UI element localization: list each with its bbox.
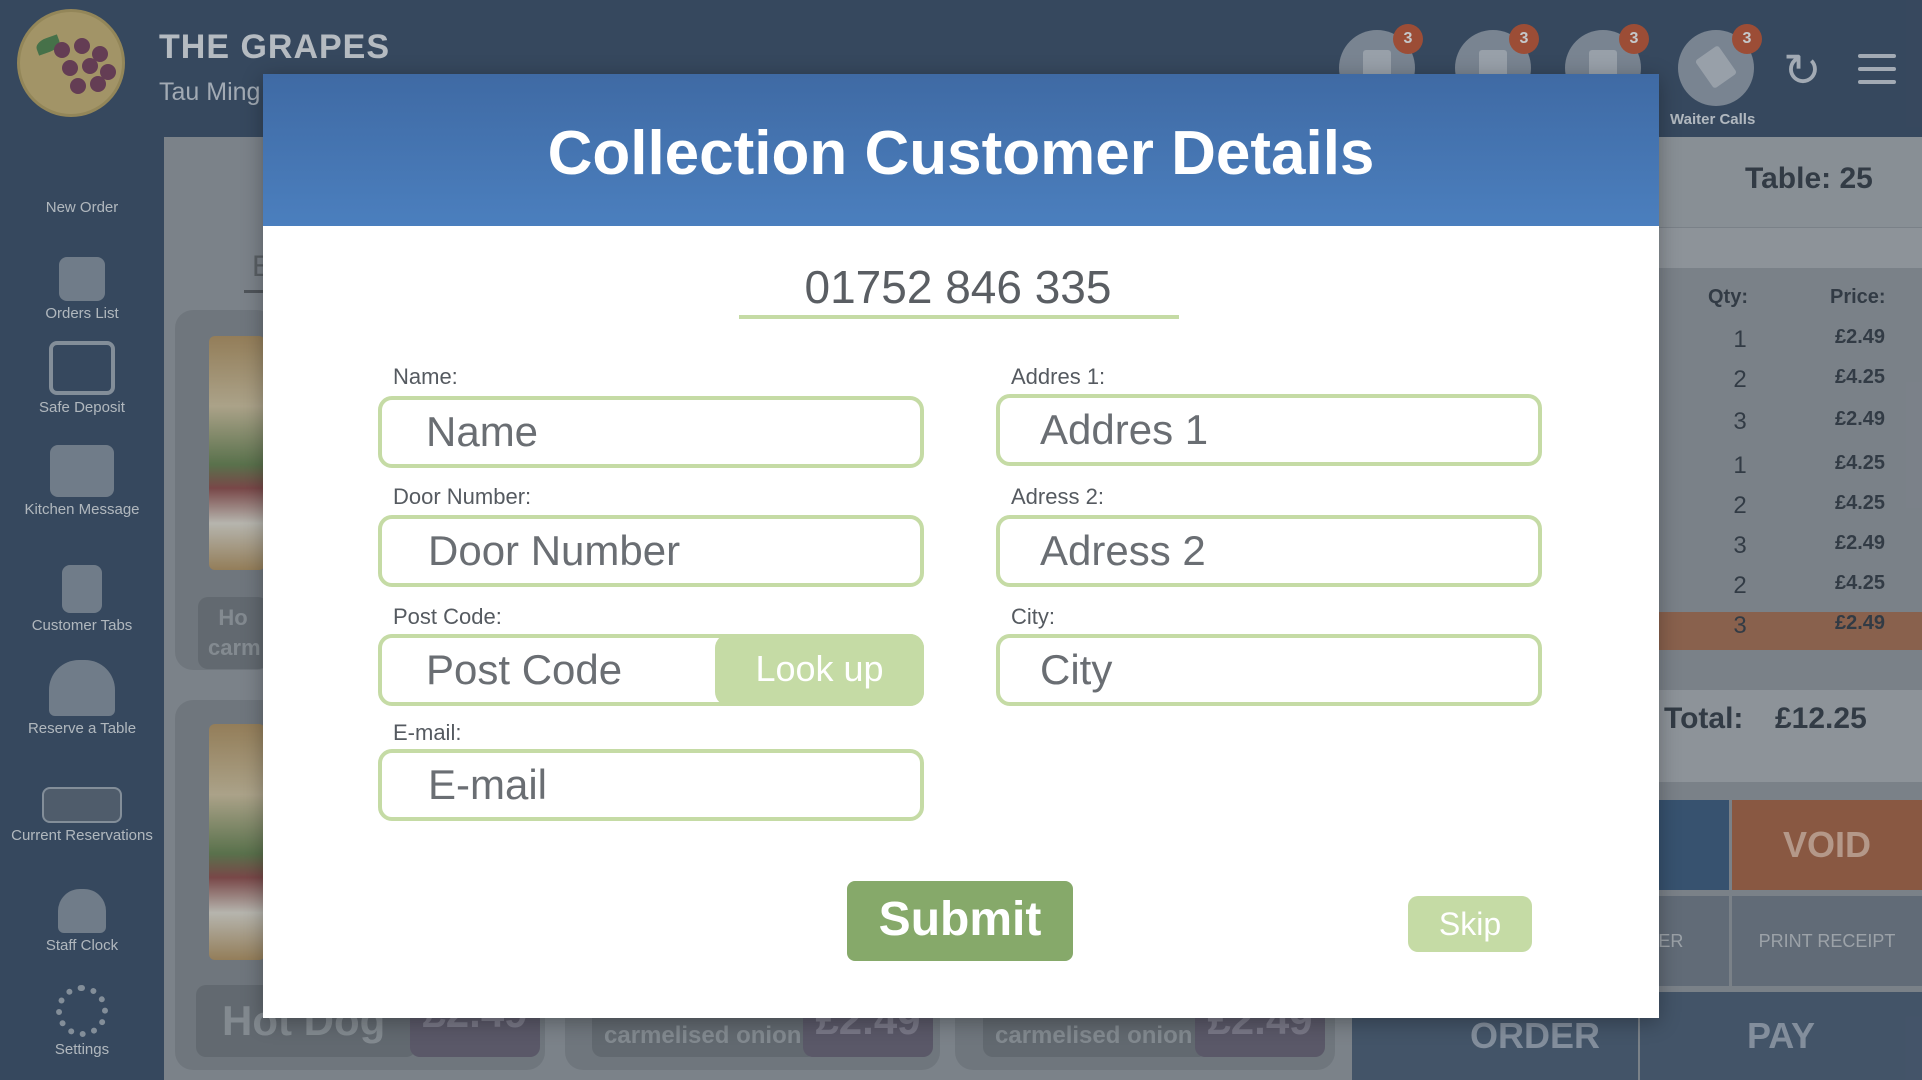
notification-badge: 3	[1509, 24, 1539, 54]
gear-icon	[56, 985, 108, 1037]
address-1-placeholder: Addres 1	[1040, 406, 1209, 453]
order-qty: 2	[1733, 572, 1747, 599]
order-qty: 3	[1733, 612, 1747, 639]
staff-icon	[58, 889, 106, 933]
sidebar-item-staff-clock[interactable]: Staff Clock	[0, 889, 164, 954]
table-reservation-icon	[49, 660, 115, 716]
email-placeholder: E-mail	[428, 761, 548, 808]
post-code-label: Post Code:	[393, 604, 502, 629]
order-price: £2.49	[1834, 326, 1886, 348]
grapes-logo	[17, 9, 125, 117]
order-qty: 1	[1733, 326, 1747, 353]
order-qty: 1	[1733, 452, 1747, 479]
print-receipt-button[interactable]: PRINT RECEIPT	[1732, 896, 1922, 986]
dialog-title: Collection Customer Details	[547, 119, 1375, 188]
menu-tab-underline	[244, 290, 264, 293]
order-qty: 2	[1733, 492, 1747, 519]
total-label: Total:	[1664, 702, 1744, 735]
submit-button[interactable]: Submit	[847, 881, 1073, 961]
post-code-placeholder: Post Code	[426, 646, 623, 693]
skip-button[interactable]: Skip	[1408, 896, 1532, 952]
address-2-field[interactable]: Adress 2	[996, 515, 1542, 587]
order-price: £2.49	[1834, 408, 1886, 430]
order-price: £4.25	[1834, 572, 1886, 594]
sidebar-item-label: New Order	[45, 199, 119, 216]
address-2-label: Adress 2:	[1011, 484, 1104, 509]
order-price: £4.25	[1834, 492, 1886, 514]
sidebar-item-settings[interactable]: Settings	[0, 985, 164, 1058]
sidebar-item-current-reservations[interactable]: Current Reservations	[0, 787, 164, 844]
notification-badge: 3	[1732, 24, 1762, 54]
menu-tile-label: Ho carm	[198, 597, 268, 669]
qty-header: Qty:	[1708, 286, 1748, 308]
city-placeholder: City	[1040, 646, 1113, 693]
safe-icon	[49, 341, 115, 395]
door-number-label: Door Number:	[393, 484, 532, 509]
collection-customer-details-dialog: Collection Customer Details 01752 846 33…	[263, 74, 1659, 1018]
sidebar-item-label: Safe Deposit	[39, 399, 125, 416]
message-icon	[50, 445, 114, 497]
sidebar-item-label: Orders List	[45, 305, 119, 322]
sidebar-item-label: Staff Clock	[45, 937, 119, 954]
city-label: City:	[1011, 604, 1055, 629]
phone-number[interactable]: 01752 846 335	[740, 260, 1176, 314]
food-image	[209, 336, 265, 570]
refresh-icon[interactable]: ↻	[1783, 47, 1827, 93]
price-header: Price:	[1830, 286, 1886, 308]
void-button[interactable]: VOID	[1732, 800, 1922, 890]
orders-list-icon	[59, 257, 105, 301]
brand-name: THE GRAPES	[159, 28, 391, 66]
staff-name: Tau Ming	[159, 78, 261, 106]
sidebar-item-kitchen-message[interactable]: Kitchen Message	[0, 445, 164, 518]
door-number-placeholder: Door Number	[428, 527, 681, 574]
notification-badge: 3	[1619, 24, 1649, 54]
sidebar-item-label: Reserve a Table	[27, 720, 137, 737]
sidebar-item-label: Kitchen Message	[24, 501, 140, 518]
look-up-button[interactable]: Look up	[715, 634, 924, 706]
sidebar-item-reserve-table[interactable]: Reserve a Table	[0, 660, 164, 737]
door-number-field[interactable]: Door Number	[378, 515, 924, 587]
notification-badge: 3	[1393, 24, 1423, 54]
sidebar-item-label: Settings	[54, 1041, 110, 1058]
sidebar: New Order Orders List Safe Deposit Kitch…	[0, 137, 164, 1080]
hamburger-menu-icon[interactable]	[1858, 54, 1896, 93]
sidebar-item-new-order[interactable]: New Order	[0, 199, 164, 216]
waiter-call-icon[interactable]: 3	[1678, 24, 1762, 106]
order-qty: 2	[1733, 366, 1747, 393]
dialog-header: Collection Customer Details	[263, 74, 1659, 226]
address-1-field[interactable]: Addres 1	[996, 394, 1542, 466]
sidebar-item-customer-tabs[interactable]: Customer Tabs	[0, 565, 164, 634]
table-number: Table: 25	[1745, 162, 1873, 195]
sidebar-item-safe-deposit[interactable]: Safe Deposit	[0, 341, 164, 416]
sidebar-item-label: Customer Tabs	[31, 617, 133, 634]
pay-button[interactable]: PAY	[1640, 992, 1922, 1080]
order-price: £2.49	[1834, 532, 1886, 554]
city-field[interactable]: City	[996, 634, 1542, 706]
total-value: £12.25	[1775, 702, 1867, 735]
reserved-sign-icon	[42, 787, 122, 823]
food-image	[209, 724, 265, 960]
phone-underline	[739, 315, 1179, 319]
clipboard-icon	[62, 565, 102, 613]
order-price: £4.25	[1834, 452, 1886, 474]
email-field[interactable]: E-mail	[378, 749, 924, 821]
waiter-calls-label: Waiter Calls	[1670, 111, 1756, 128]
address-1-label: Addres 1:	[1011, 364, 1106, 389]
order-qty: 3	[1733, 532, 1747, 559]
order-qty: 3	[1733, 408, 1747, 435]
name-placeholder: Name	[426, 408, 539, 455]
email-label: E-mail:	[393, 720, 462, 745]
address-2-placeholder: Adress 2	[1040, 527, 1206, 574]
name-field[interactable]: Name	[378, 396, 924, 468]
order-price: £2.49	[1834, 612, 1886, 634]
order-price: £4.25	[1834, 366, 1886, 388]
sidebar-item-label: Current Reservations	[11, 827, 153, 844]
sidebar-item-orders-list[interactable]: Orders List	[0, 257, 164, 322]
name-label: Name:	[393, 364, 458, 389]
